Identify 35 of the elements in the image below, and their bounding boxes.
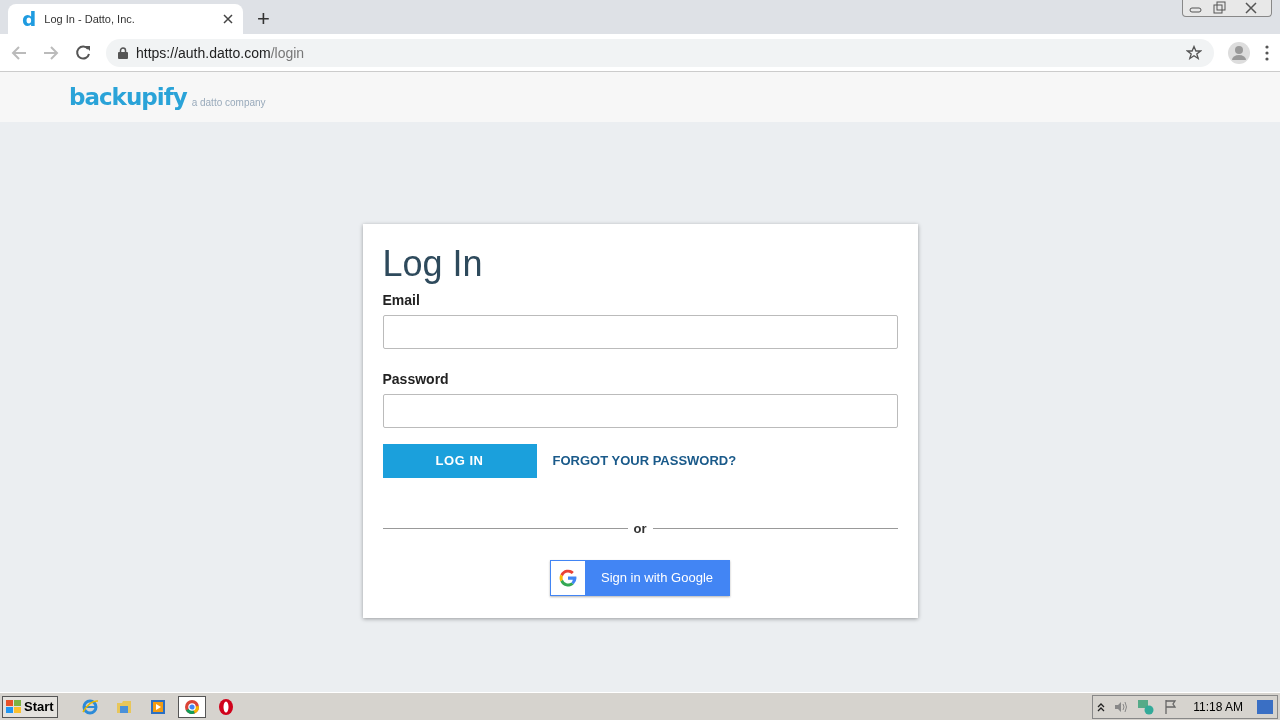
reload-icon[interactable] [74, 43, 92, 62]
lock-icon [118, 46, 128, 59]
show-desktop-icon[interactable] [1257, 699, 1273, 714]
windows-logo-icon [6, 699, 22, 714]
taskbar-app-button[interactable] [177, 695, 206, 718]
field-label: Password [382, 370, 450, 387]
url-field[interactable]: https://auth.datto.com/login [136, 44, 305, 61]
google-sign-in-button[interactable]: Sign in with Google [550, 559, 730, 596]
tab-title: Log In - Datto, Inc. [44, 13, 136, 25]
opera-icon [216, 697, 235, 716]
menu-icon[interactable] [1264, 44, 1270, 61]
input-field[interactable] [382, 393, 898, 428]
profile-avatar-icon[interactable] [1228, 41, 1250, 64]
google-icon [559, 568, 577, 587]
new-tab-button[interactable]: + [257, 8, 270, 30]
browser-tab[interactable]: d Log In - Datto, Inc. [8, 4, 243, 34]
ie-icon [80, 697, 99, 716]
close-icon[interactable] [223, 14, 233, 24]
logo-tagline: a datto company [191, 97, 266, 108]
login-title: Log In [382, 244, 484, 284]
network-icon[interactable] [1137, 698, 1156, 715]
favicon-icon: d [22, 9, 37, 29]
media-player-icon [148, 697, 167, 716]
start-button[interactable]: Start [2, 695, 58, 718]
chrome-icon [182, 697, 201, 716]
input-field[interactable] [382, 314, 898, 349]
speaker-icon[interactable] [1113, 699, 1130, 714]
field-label: Email [382, 291, 421, 308]
forward-icon[interactable] [42, 43, 60, 62]
chevron-up-icon[interactable] [1097, 701, 1106, 712]
forgot-password-link[interactable]: FORGOT YOUR PASSWORD? [552, 453, 737, 469]
separator-text: or [633, 520, 647, 536]
star-icon[interactable] [1186, 44, 1202, 61]
clock-text[interactable]: 11:18 AM [1193, 699, 1243, 714]
back-icon[interactable] [10, 43, 28, 62]
